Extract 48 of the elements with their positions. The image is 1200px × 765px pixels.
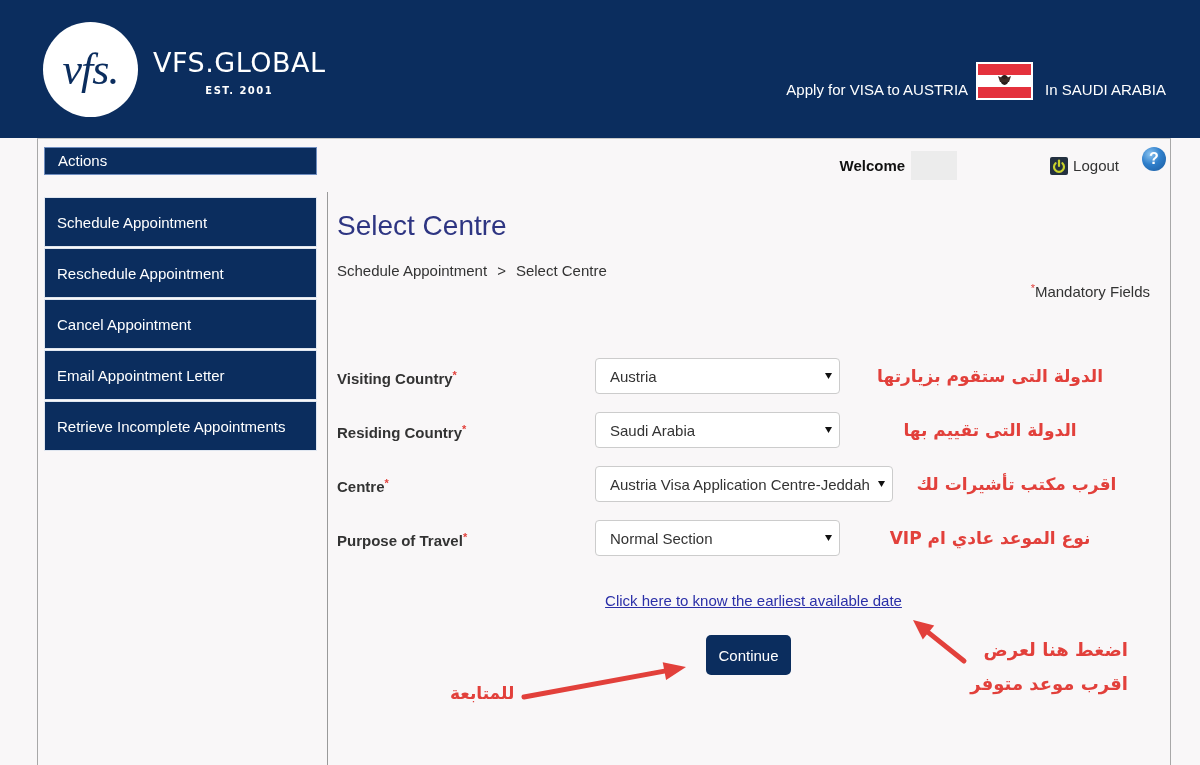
breadcrumb-item[interactable]: Schedule Appointment — [337, 262, 488, 280]
field-label: Centre — [337, 477, 385, 495]
field-label: Visiting Country — [337, 369, 453, 387]
annotation-text: للمتابعة — [450, 682, 515, 705]
required-mark: * — [452, 368, 457, 381]
sidebar-item[interactable]: Schedule Appointment — [45, 198, 316, 246]
required-mark: * — [1030, 282, 1035, 294]
annotation-text: اقرب موعد متوفر — [970, 672, 1128, 697]
select-field[interactable]: Austria — [595, 358, 840, 394]
field-label: Residing Country — [337, 423, 462, 441]
arrow-icon — [913, 620, 967, 664]
page-title: Select Centre — [337, 209, 508, 243]
annotation-text: اضغط هنا لعرض — [983, 638, 1128, 663]
brand-name: VFS.GLOBAL — [153, 46, 326, 79]
logout-button[interactable]: Logout — [1050, 156, 1119, 175]
caret-icon — [877, 481, 885, 487]
required-mark: * — [462, 530, 468, 543]
select-field[interactable]: Saudi Arabia — [595, 412, 840, 448]
power-icon — [1050, 156, 1069, 175]
actions-header: Actions — [44, 147, 317, 175]
select-field[interactable]: Normal Section — [595, 520, 840, 556]
apply-text: Apply for VISA to AUSTRIA — [786, 81, 969, 100]
sidebar-item[interactable]: Email Appointment Letter — [45, 351, 316, 399]
welcome-text: Welcome — [839, 157, 906, 174]
required-mark: * — [384, 476, 389, 489]
breadcrumb-separator: > — [497, 262, 506, 280]
brand-established: EST. 2001 — [205, 84, 274, 96]
annotation-text: الدولة التى تقييم بها — [903, 420, 1077, 440]
location-text: In SAUDI ARABIA — [1045, 81, 1166, 100]
logo-monogram: vfs. — [43, 21, 138, 117]
annotation-text: نوع الموعد عادي ام VIP — [889, 528, 1091, 548]
annotation-text: الدولة التى ستقوم بزيارتها — [877, 366, 1103, 386]
mandatory-note: Mandatory Fields — [1034, 283, 1150, 300]
arrow-icon — [521, 662, 686, 700]
sidebar-item[interactable]: Cancel Appointment — [45, 300, 316, 348]
field-label: Purpose of Travel — [337, 531, 463, 549]
required-mark: * — [462, 422, 467, 435]
sidebar-item[interactable]: Retrieve Incomplete Appointments — [45, 402, 316, 450]
caret-icon — [825, 373, 832, 379]
earliest-date-link[interactable]: Click here to know the earliest available date — [605, 592, 902, 609]
caret-icon — [825, 427, 832, 433]
breadcrumb-item: Select Centre — [515, 262, 607, 280]
continue-button[interactable]: Continue — [706, 635, 791, 675]
annotation-text: اقرب مكتب تأشيرات لك — [916, 474, 1117, 494]
sidebar-item[interactable]: Reschedule Appointment — [45, 249, 316, 297]
flag-icon — [976, 62, 1034, 100]
caret-icon — [825, 535, 832, 541]
select-field[interactable]: Austria Visa Application Centre-Jeddah — [595, 466, 893, 502]
